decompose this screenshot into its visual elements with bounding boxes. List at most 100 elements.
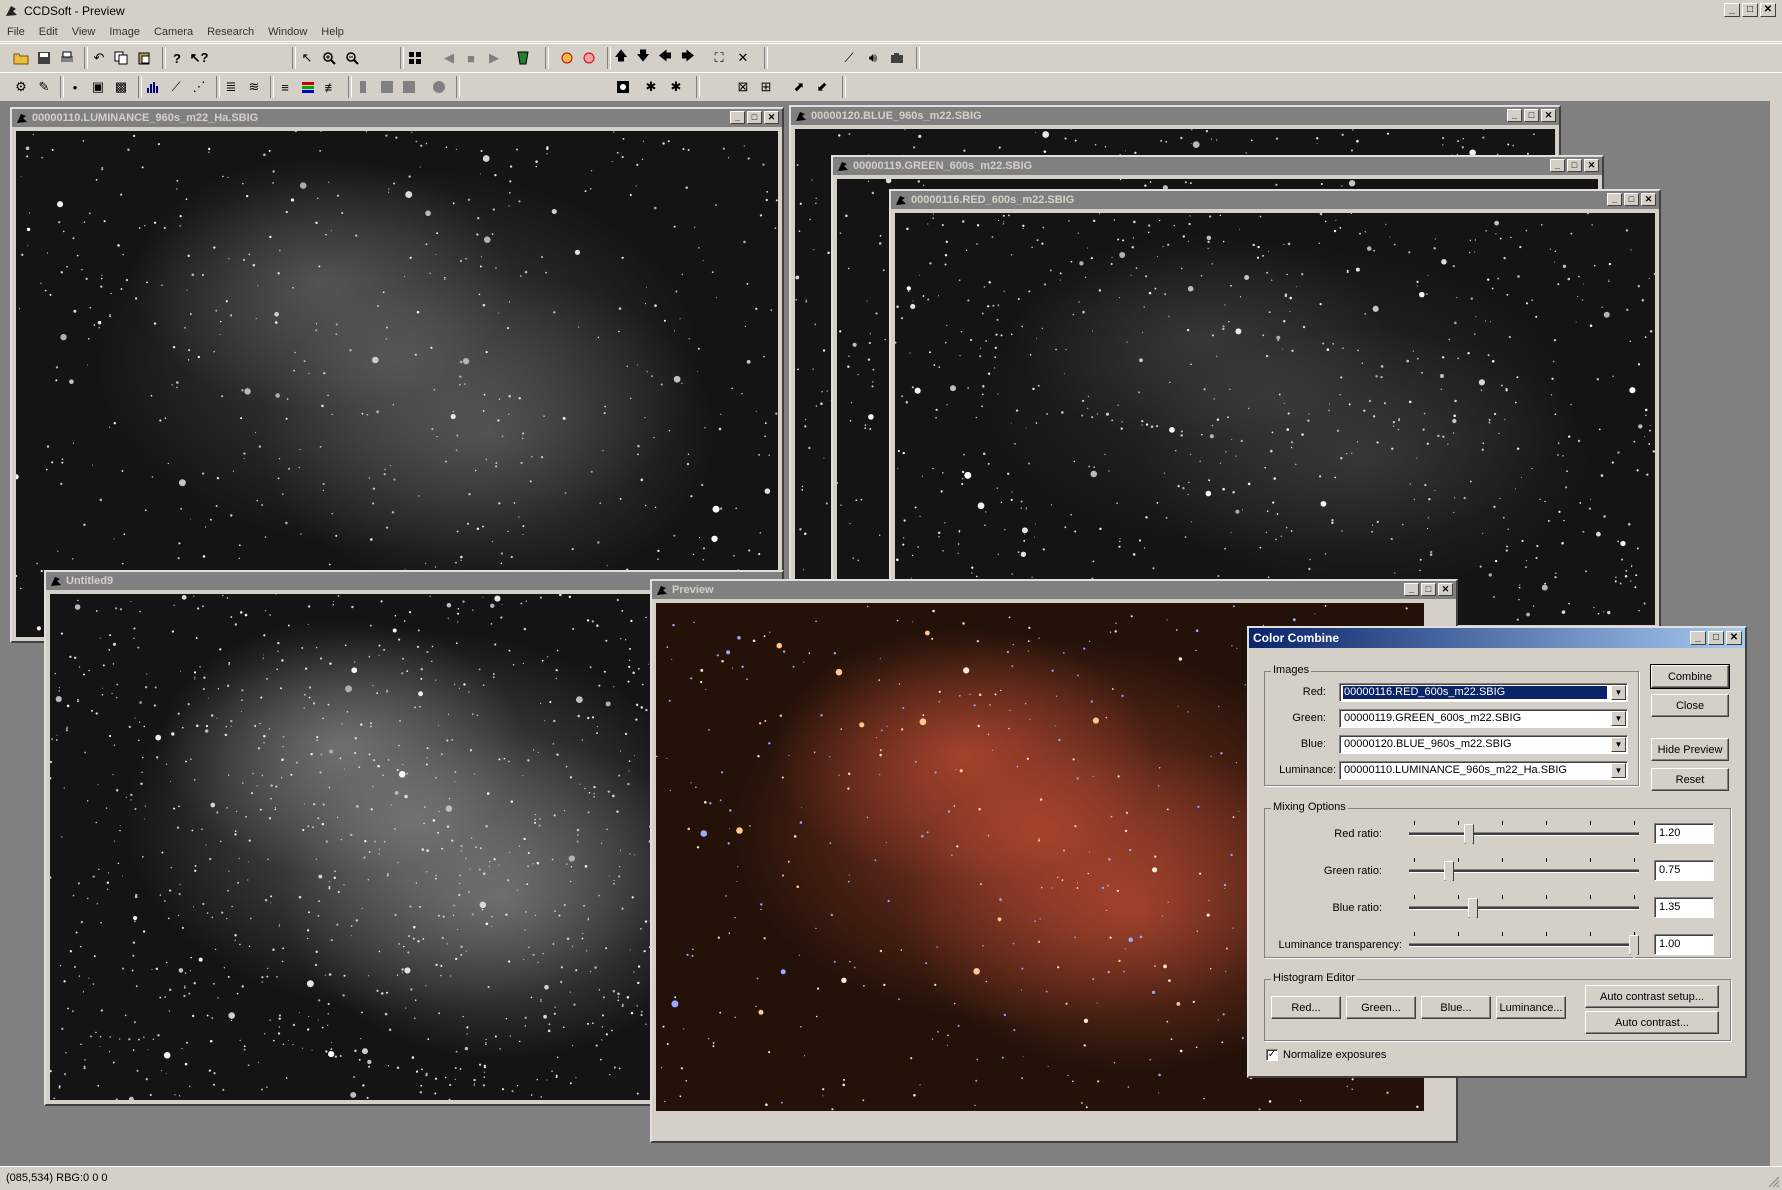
maximize-button[interactable]: □ xyxy=(1567,159,1582,172)
histogram-luminance-button[interactable]: Luminance... xyxy=(1496,996,1566,1019)
menu-file[interactable]: File xyxy=(0,26,32,38)
maximize-button[interactable]: □ xyxy=(1524,109,1539,122)
maximize-button[interactable]: □ xyxy=(1708,631,1724,645)
circle-icon[interactable] xyxy=(430,78,448,96)
histogram-icon[interactable] xyxy=(144,78,162,96)
window-titlebar[interactable]: 00000120.BLUE_960s_m22.SBIG _□✕ xyxy=(791,107,1559,125)
chevron-down-icon[interactable]: ▼ xyxy=(1611,737,1626,752)
gray-box-3-icon[interactable] xyxy=(400,78,418,96)
shrink-window-icon[interactable]: ✕ xyxy=(734,49,752,67)
unlink-icon[interactable] xyxy=(580,49,598,67)
stop-icon[interactable]: ■ xyxy=(462,49,480,67)
minimize-button[interactable]: _ xyxy=(1690,631,1706,645)
maximize-button[interactable]: □ xyxy=(1742,3,1758,17)
blue-image-select[interactable]: 00000120.BLUE_960s_m22.SBIG ▼ xyxy=(1339,735,1628,754)
resize-grip-icon[interactable] xyxy=(1768,1176,1780,1188)
zoom-out-icon[interactable] xyxy=(343,49,361,67)
maximize-button[interactable]: □ xyxy=(1624,193,1639,206)
menu-edit[interactable]: Edit xyxy=(32,26,65,38)
chevron-down-icon[interactable]: ▼ xyxy=(1611,763,1626,778)
close-button[interactable]: ✕ xyxy=(1438,583,1453,596)
menu-research[interactable]: Research xyxy=(200,26,261,38)
close-button[interactable]: ✕ xyxy=(1641,193,1656,206)
filter-icon[interactable] xyxy=(514,49,532,67)
color-combine-dialog[interactable]: Color Combine _□✕ Images Red: 00000116.R… xyxy=(1247,626,1747,1078)
maximize-button[interactable]: □ xyxy=(1421,583,1436,596)
close-button[interactable]: ✕ xyxy=(1726,631,1742,645)
slider-thumb[interactable] xyxy=(1468,898,1478,918)
graph-icon[interactable]: ⋰ xyxy=(190,78,208,96)
menu-view[interactable]: View xyxy=(65,26,103,38)
contrast-icon[interactable] xyxy=(614,78,632,96)
reset-button[interactable]: Reset xyxy=(1651,768,1729,791)
grid-icon[interactable] xyxy=(406,49,424,67)
paste-icon[interactable] xyxy=(135,49,153,67)
next-icon[interactable]: ▶ xyxy=(485,49,503,67)
histogram-green-button[interactable]: Green... xyxy=(1346,996,1416,1019)
settings-icon[interactable]: ⚙ xyxy=(12,78,30,96)
stack-align-icon[interactable]: ≋ xyxy=(245,78,263,96)
menu-camera[interactable]: Camera xyxy=(147,26,200,38)
auto-contrast-button[interactable]: Auto contrast... xyxy=(1585,1011,1719,1034)
slider-thumb[interactable] xyxy=(1444,861,1454,881)
gray-box-1-icon[interactable] xyxy=(356,78,374,96)
luminance-transparency-field[interactable]: 1.00 xyxy=(1654,934,1714,955)
minimize-button[interactable]: _ xyxy=(1550,159,1565,172)
star-select-icon[interactable]: • xyxy=(66,78,84,96)
chevron-down-icon[interactable]: ▼ xyxy=(1611,711,1626,726)
help-icon[interactable]: ? xyxy=(168,49,186,67)
camera-icon[interactable] xyxy=(888,49,906,67)
close-dialog-button[interactable]: Close xyxy=(1651,694,1729,717)
minimize-button[interactable]: _ xyxy=(730,111,745,124)
undo-icon[interactable]: ↶ xyxy=(90,49,108,67)
window-titlebar[interactable]: 00000110.LUMINANCE_960s_m22_Ha.SBIG _□✕ xyxy=(12,109,782,127)
context-help-icon[interactable]: ↖? xyxy=(190,49,208,67)
stack-icon[interactable]: ≣ xyxy=(222,78,240,96)
luminance-channel-image[interactable] xyxy=(16,131,778,637)
vertical-scrollbar[interactable] xyxy=(1770,101,1782,1166)
histogram-blue-button[interactable]: Blue... xyxy=(1421,996,1491,1019)
menu-image[interactable]: Image xyxy=(102,26,147,38)
window-red[interactable]: 00000116.RED_600s_m22.SBIG _□✕ xyxy=(889,189,1661,631)
speaker-icon[interactable]: 🔊︎ xyxy=(864,49,882,67)
pointer-icon[interactable]: ↖ xyxy=(298,49,316,67)
minimize-button[interactable]: _ xyxy=(1724,3,1740,17)
gray-box-2-icon[interactable] xyxy=(378,78,396,96)
red-ratio-slider[interactable] xyxy=(1409,819,1639,849)
close-button[interactable]: ✕ xyxy=(1541,109,1556,122)
arrow-left-icon[interactable]: 🡄 xyxy=(656,49,674,67)
star-stamp-2-icon[interactable]: ✱ xyxy=(667,78,685,96)
fit-window-icon[interactable]: ⛶ xyxy=(710,49,728,67)
maximize-button[interactable]: □ xyxy=(747,111,762,124)
remove-icon[interactable]: ⊠ xyxy=(734,78,752,96)
window-luminance[interactable]: 00000110.LUMINANCE_960s_m22_Ha.SBIG _□✕ xyxy=(10,107,784,643)
magnify-icon[interactable]: ⬋ xyxy=(813,78,831,96)
crop-icon[interactable]: ▩ xyxy=(112,78,130,96)
arrow-right-icon[interactable]: 🡆 xyxy=(679,49,697,67)
menu-window[interactable]: Window xyxy=(261,26,314,38)
auto-contrast-setup-button[interactable]: Auto contrast setup... xyxy=(1585,985,1719,1008)
close-button[interactable]: ✕ xyxy=(764,111,779,124)
red-channel-image[interactable] xyxy=(895,213,1655,625)
copy-icon[interactable] xyxy=(112,49,130,67)
layers-remove-icon[interactable]: ≢ xyxy=(322,78,340,96)
window-titlebar[interactable]: 00000116.RED_600s_m22.SBIG _□✕ xyxy=(891,191,1659,209)
arrow-down-icon[interactable]: 🡇 xyxy=(634,49,652,67)
frame-icon[interactable]: ▣ xyxy=(89,78,107,96)
add-star-icon[interactable]: ⊞ xyxy=(757,78,775,96)
zoom-in-icon[interactable] xyxy=(320,49,338,67)
chevron-down-icon[interactable]: ▼ xyxy=(1611,685,1626,700)
link-icon[interactable] xyxy=(558,49,576,67)
menu-help[interactable]: Help xyxy=(314,26,351,38)
save-icon[interactable] xyxy=(35,49,53,67)
curve-icon[interactable]: ⟋ xyxy=(167,78,185,96)
minimize-button[interactable]: _ xyxy=(1507,109,1522,122)
green-ratio-field[interactable]: 0.75 xyxy=(1654,860,1714,881)
green-ratio-slider[interactable] xyxy=(1409,856,1639,886)
star-stamp-icon[interactable]: ✱ xyxy=(642,78,660,96)
minimize-button[interactable]: _ xyxy=(1404,583,1419,596)
combine-button[interactable]: Combine xyxy=(1651,665,1729,688)
zoom-region-icon[interactable]: ⬈ xyxy=(790,78,808,96)
histogram-red-button[interactable]: Red... xyxy=(1271,996,1341,1019)
red-ratio-field[interactable]: 1.20 xyxy=(1654,823,1714,844)
